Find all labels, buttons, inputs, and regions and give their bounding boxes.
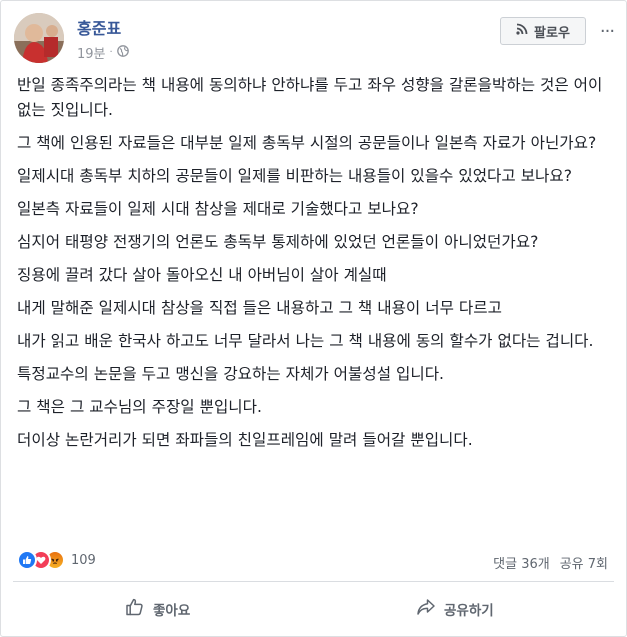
reaction-count: 109 [71,552,96,568]
post-paragraph: 일본측 자료들이 일제 시대 참상을 제대로 기술했다고 보나요? [17,200,419,218]
follow-label: 팔로우 [534,25,570,41]
share-count[interactable]: 공유 7회 [560,553,608,572]
comment-count[interactable]: 댓글 36개 [493,553,550,572]
post-paragraph: 심지어 태평양 전쟁기의 언론도 총독부 통제하에 있었던 언론들이 아니었던가… [17,233,539,251]
like-icon [17,550,37,570]
post-paragraph: 더이상 논란거리가 되면 좌파들의 친일프레임에 말려 들어갈 뿐입니다. [17,431,473,449]
rss-icon [516,23,528,39]
post-paragraph: 일제시대 총독부 치하의 공문들이 일제를 비판하는 내용들이 있을수 있었다고… [17,167,573,185]
meta-separator: · [109,47,113,58]
post-card: 홍준표 19분 · 팔로우 ··· 반일 종족주의라는 책 내용에 동의하냐 안… [0,0,627,637]
post-paragraph: 내가 읽고 배운 한국사 하고도 너무 달라서 나는 그 책 내용에 동의 할수… [17,332,594,350]
reactions-summary[interactable]: 109 [17,550,96,570]
post-body: 반일 종족주의라는 책 내용에 동의하냐 안하냐를 두고 좌우 성향을 갈론을박… [17,73,611,461]
thumbs-up-icon [125,597,145,621]
like-label: 좋아요 [153,603,191,619]
post-paragraph: 특정교수의 논문을 두고 맹신을 강요하는 자체가 어불성설 입니다. [17,365,445,383]
post-paragraph: 내게 말해준 일제시대 참상을 직접 들은 내용하고 그 책 내용이 너무 다르… [17,299,502,317]
avatar[interactable] [14,13,64,63]
like-button[interactable]: 좋아요 [125,589,190,629]
post-paragraph: 반일 종족주의라는 책 내용에 동의하냐 안하냐를 두고 좌우 성향을 갈론을박… [17,76,603,119]
post-paragraph: 그 책은 그 교수님의 주장일 뿐입니다. [17,398,262,416]
post-time[interactable]: 19분 [77,43,106,62]
globe-icon[interactable] [116,44,129,61]
post-meta: 19분 · [77,43,129,62]
divider [13,581,614,582]
share-arrow-icon [416,597,436,621]
post-paragraph: 그 책에 인용된 자료들은 대부분 일제 총독부 시절의 공문들이나 일본측 자… [17,134,597,152]
more-options-icon[interactable]: ··· [593,17,621,45]
post-paragraph: 징용에 끌려 갔다 살아 돌아오신 내 아버님이 살아 계실때 [17,266,387,284]
share-button[interactable]: 공유하기 [416,589,494,629]
follow-button[interactable]: 팔로우 [500,17,586,45]
engagement-counts: 댓글 36개 공유 7회 [493,553,608,572]
author-name[interactable]: 홍준표 [77,15,121,39]
share-label: 공유하기 [444,603,494,619]
